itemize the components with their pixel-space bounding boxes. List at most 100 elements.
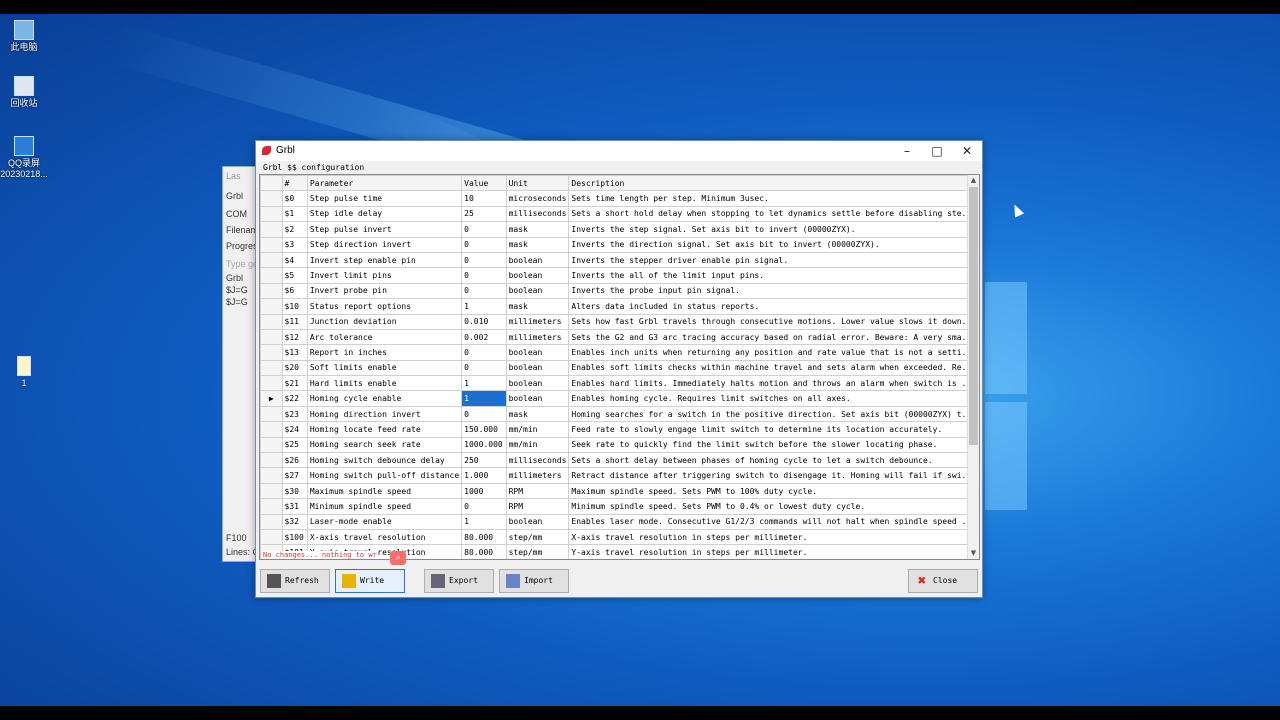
scrollbar-thumb[interactable] bbox=[969, 187, 978, 445]
setting-value[interactable]: 1 bbox=[461, 513, 507, 530]
setting-value[interactable]: 1.000 bbox=[461, 467, 507, 484]
table-row[interactable]: $0 Step pulse time 10 microseconds Sets time… bbox=[260, 190, 979, 207]
setting-value[interactable]: 1000.000 bbox=[461, 436, 507, 454]
row-selector[interactable] bbox=[260, 236, 283, 253]
table-row[interactable]: $13 Report in inches 0 boolean Enables inch … bbox=[260, 344, 979, 361]
table-row[interactable]: $24 Homing locate feed rate 150.000 mm/min F… bbox=[260, 421, 979, 438]
setting-unit: boolean bbox=[505, 344, 570, 361]
setting-value[interactable]: 0 bbox=[461, 498, 507, 515]
table-row[interactable]: $11 Junction deviation 0.010 millimeters Set… bbox=[260, 313, 979, 330]
row-selector[interactable]: ▶ bbox=[260, 390, 283, 407]
setting-value[interactable]: 150.000 bbox=[461, 421, 507, 438]
qq-recording-icon[interactable]: QQ录屏 20230218... bbox=[0, 136, 52, 180]
row-selector[interactable] bbox=[260, 298, 283, 315]
setting-value[interactable]: 250 bbox=[461, 452, 507, 469]
title-bar[interactable]: Grbl – □ ✕ bbox=[256, 141, 982, 161]
settings-grid[interactable]: # Parameter Value Unit Description $0 Ste… bbox=[259, 174, 980, 560]
row-selector[interactable] bbox=[260, 467, 283, 484]
close-button[interactable]: ✖ Close bbox=[908, 569, 978, 593]
setting-value[interactable]: 25 bbox=[461, 205, 507, 223]
table-row[interactable]: $23 Homing direction invert 0 mask Homing se… bbox=[260, 405, 979, 423]
table-row[interactable]: $20 Soft limits enable 0 boolean Enables sof… bbox=[260, 359, 979, 377]
write-button[interactable]: Write bbox=[335, 569, 405, 593]
table-row[interactable]: $25 Homing search seek rate 1000.000 mm/min… bbox=[260, 436, 979, 454]
setting-value[interactable]: 0 bbox=[461, 251, 507, 269]
row-selector[interactable] bbox=[260, 405, 283, 423]
table-row[interactable]: $5 Invert limit pins 0 boolean Inverts the a… bbox=[260, 267, 979, 284]
table-row[interactable]: $32 Laser-mode enable 1 boolean Enables lase… bbox=[260, 513, 979, 530]
table-row[interactable]: ▶ $22 Homing cycle enable 1 boolean Enables h… bbox=[260, 390, 979, 407]
table-row[interactable]: $3 Step direction invert 0 mask Inverts the … bbox=[260, 236, 979, 253]
minimize-button[interactable]: – bbox=[892, 141, 922, 161]
column-header[interactable]: Unit bbox=[505, 175, 570, 192]
row-selector[interactable] bbox=[260, 482, 283, 500]
table-row[interactable]: $21 Hard limits enable 1 boolean Enables har… bbox=[260, 375, 979, 392]
setting-value[interactable]: 80.000 bbox=[461, 528, 507, 546]
row-selector[interactable] bbox=[260, 436, 283, 454]
close-window-button[interactable]: ✕ bbox=[952, 141, 982, 161]
table-row[interactable]: $2 Step pulse invert 0 mask Inverts the step… bbox=[260, 221, 979, 238]
table-row[interactable]: $4 Invert step enable pin 0 boolean Inverts … bbox=[260, 251, 979, 269]
setting-value[interactable]: 0 bbox=[461, 282, 507, 300]
table-row[interactable]: $30 Maximum spindle speed 1000 RPM Maximum s… bbox=[260, 482, 979, 500]
row-selector[interactable] bbox=[260, 205, 283, 223]
row-selector[interactable] bbox=[260, 421, 283, 438]
row-selector[interactable] bbox=[260, 328, 283, 346]
setting-value[interactable]: 80.000 bbox=[461, 544, 507, 559]
column-header[interactable]: Parameter bbox=[306, 175, 463, 192]
setting-value[interactable]: 1000 bbox=[461, 482, 507, 500]
grbl-config-window[interactable]: Grbl – □ ✕ Grbl $$ configuration # Param… bbox=[255, 140, 983, 598]
setting-value[interactable]: 0 bbox=[461, 405, 507, 423]
recycle-bin-icon[interactable]: 回收站 bbox=[0, 76, 52, 109]
row-selector[interactable] bbox=[260, 452, 283, 469]
maximize-button[interactable]: □ bbox=[922, 141, 952, 161]
setting-id: $24 bbox=[281, 421, 308, 438]
this-pc-icon[interactable]: 此电脑 bbox=[0, 20, 52, 53]
column-header[interactable]: Description bbox=[568, 175, 979, 192]
laser-app-menu-grbl[interactable]: Grbl bbox=[226, 191, 243, 201]
column-header[interactable]: Value bbox=[461, 175, 507, 192]
setting-value[interactable]: 0 bbox=[461, 236, 507, 253]
import-button[interactable]: Import bbox=[499, 569, 569, 593]
row-selector[interactable] bbox=[260, 267, 283, 284]
row-selector[interactable] bbox=[260, 190, 283, 207]
table-row[interactable]: $100 X-axis travel resolution 80.000 step/m… bbox=[260, 528, 979, 546]
row-selector[interactable] bbox=[260, 498, 283, 515]
refresh-button[interactable]: Refresh bbox=[260, 569, 330, 593]
setting-value[interactable]: 0 bbox=[461, 267, 507, 284]
setting-value[interactable]: 0.002 bbox=[461, 328, 507, 346]
row-selector[interactable] bbox=[260, 375, 283, 392]
column-header[interactable]: # bbox=[281, 175, 308, 192]
table-row[interactable]: $26 Homing switch debounce delay 250 millis… bbox=[260, 452, 979, 469]
table-row[interactable]: $27 Homing switch pull-off distance 1.000 m… bbox=[260, 467, 979, 484]
laser-app-tab-com[interactable]: COM bbox=[226, 209, 247, 219]
row-selector[interactable] bbox=[260, 513, 283, 530]
setting-value[interactable]: 0 bbox=[461, 359, 507, 377]
file-1-icon[interactable]: 1 bbox=[0, 356, 52, 389]
row-selector[interactable] bbox=[260, 282, 283, 300]
setting-value[interactable]: 10 bbox=[461, 190, 507, 207]
setting-value[interactable]: 0.010 bbox=[461, 313, 507, 330]
row-selector[interactable] bbox=[260, 221, 283, 238]
table-row[interactable]: $6 Invert probe pin 0 boolean Inverts the pr… bbox=[260, 282, 979, 300]
scroll-down-icon[interactable]: ▼ bbox=[968, 548, 979, 559]
row-selector[interactable] bbox=[260, 528, 283, 546]
row-selector[interactable] bbox=[260, 344, 283, 361]
table-row[interactable]: $10 Status report options 1 mask Alters data… bbox=[260, 298, 979, 315]
row-selector[interactable] bbox=[260, 251, 283, 269]
setting-value[interactable]: 1 bbox=[461, 375, 507, 392]
laser-app-window[interactable]: Las Grbl COM Filename Progress Type gcod… bbox=[222, 166, 268, 562]
table-row[interactable]: $31 Minimum spindle speed 0 RPM Minimum spin… bbox=[260, 498, 979, 515]
scroll-up-icon[interactable]: ▲ bbox=[968, 175, 979, 186]
setting-value[interactable]: 1 bbox=[461, 390, 507, 407]
setting-value[interactable]: 1 bbox=[461, 298, 507, 315]
row-selector[interactable] bbox=[260, 359, 283, 377]
search-icon[interactable]: ⌕ bbox=[390, 551, 406, 565]
export-button[interactable]: Export bbox=[424, 569, 494, 593]
setting-value[interactable]: 0 bbox=[461, 344, 507, 361]
table-row[interactable]: $12 Arc tolerance 0.002 millimeters Sets the… bbox=[260, 328, 979, 346]
row-selector[interactable] bbox=[260, 313, 283, 330]
setting-value[interactable]: 0 bbox=[461, 221, 507, 238]
table-row[interactable]: $1 Step idle delay 25 milliseconds Sets a sh… bbox=[260, 205, 979, 223]
vertical-scrollbar[interactable]: ▲ ▼ bbox=[967, 175, 979, 559]
